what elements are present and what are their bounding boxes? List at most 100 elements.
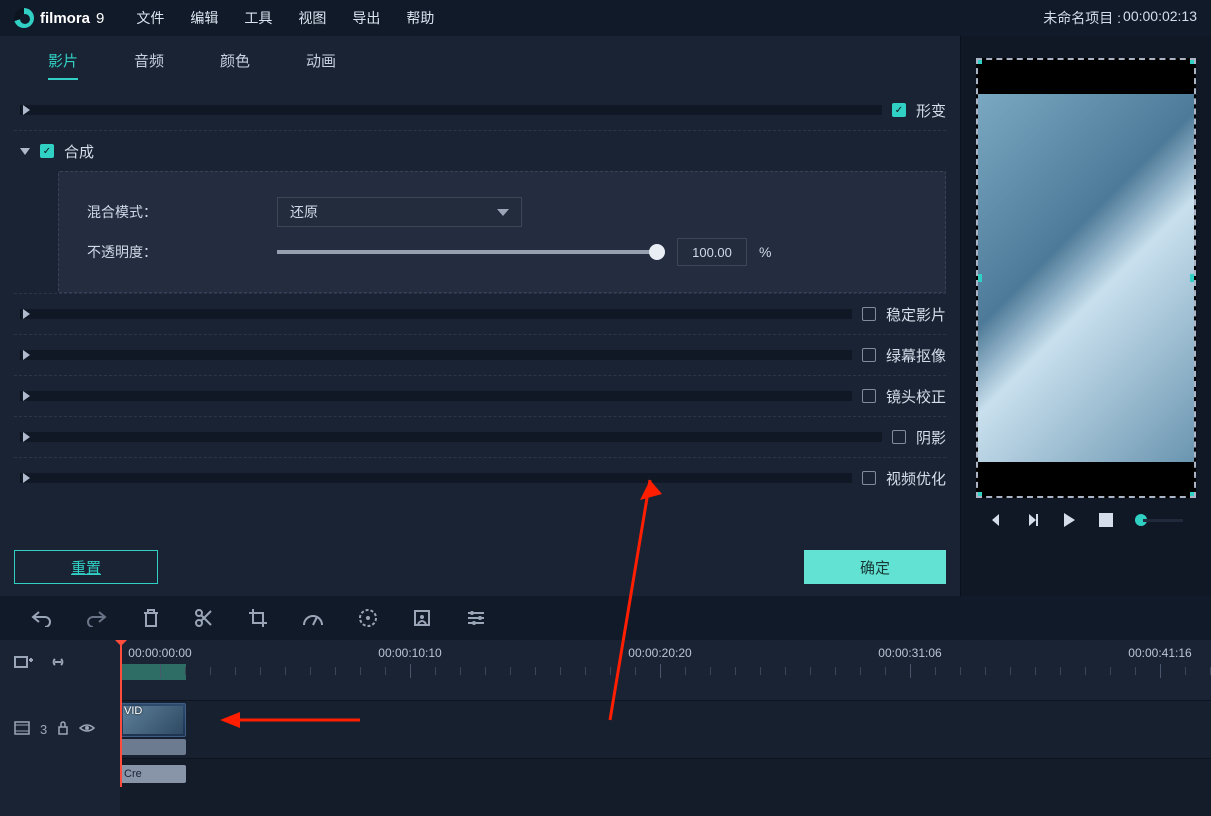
resize-handle[interactable] — [976, 58, 982, 64]
section-lens: 镜头校正 — [14, 376, 946, 417]
enhance-checkbox[interactable] — [862, 471, 876, 485]
transform-checkbox[interactable]: ✓ — [892, 103, 906, 117]
lock-icon[interactable] — [57, 721, 69, 738]
menu-bar: 文件 编辑 工具 视图 导出 帮助 — [136, 8, 434, 28]
tab-motion[interactable]: 动画 — [306, 50, 336, 80]
section-shadow-header[interactable]: 阴影 — [14, 417, 946, 457]
color-button[interactable] — [358, 608, 378, 628]
lens-title: 镜头校正 — [886, 386, 946, 407]
stabilize-checkbox[interactable] — [862, 307, 876, 321]
next-frame-button[interactable] — [1025, 513, 1039, 527]
preview-canvas[interactable] — [976, 58, 1196, 498]
video-clip[interactable]: VID — [120, 703, 186, 737]
track-row: Cre — [0, 758, 1211, 816]
section-lens-header[interactable]: 镜头校正 — [14, 376, 946, 416]
split-button[interactable] — [194, 608, 214, 628]
timeline-header: 00:00:00:00 00:00:10:10 00:00:20:20 00:0… — [0, 640, 1211, 688]
transform-title: 形变 — [916, 100, 946, 121]
opacity-value[interactable]: 100.00 — [677, 238, 747, 266]
project-label: 未命名项目 : — [1043, 8, 1121, 28]
composite-checkbox[interactable]: ✓ — [40, 144, 54, 158]
resize-handle[interactable] — [1190, 58, 1196, 64]
chevron-down-icon — [20, 146, 30, 156]
project-info: 未命名项目 : 00:00:02:13 — [1043, 8, 1197, 28]
track-lane[interactable]: Cre — [120, 758, 1211, 816]
timeline-tools — [0, 640, 120, 688]
audio-clip[interactable] — [120, 739, 186, 755]
menu-view[interactable]: 视图 — [298, 8, 326, 28]
menu-tools[interactable]: 工具 — [244, 8, 272, 28]
opacity-slider[interactable] — [277, 250, 657, 254]
preview-panel — [960, 36, 1211, 596]
shadow-title: 阴影 — [916, 427, 946, 448]
chevron-right-icon — [20, 105, 882, 115]
title-bar: filmora9 文件 编辑 工具 视图 导出 帮助 未命名项目 : 00:00… — [0, 0, 1211, 36]
settings-scroll: ✓ 形变 ✓ 合成 混合模式： 还原 — [0, 80, 960, 538]
logo-icon — [14, 8, 34, 28]
lens-checkbox[interactable] — [862, 389, 876, 403]
section-chroma-header[interactable]: 绿幕抠像 — [14, 335, 946, 375]
eye-icon[interactable] — [79, 722, 95, 737]
stabilize-title: 稳定影片 — [886, 304, 946, 325]
chevron-right-icon — [20, 473, 852, 483]
track-index: 3 — [40, 722, 47, 737]
menu-export[interactable]: 导出 — [352, 8, 380, 28]
section-composite: ✓ 合成 混合模式： 还原 不透明度： 100.00 — [14, 131, 946, 294]
quality-slider[interactable] — [1135, 514, 1183, 526]
add-track-button[interactable] — [14, 654, 34, 675]
adjust-button[interactable] — [466, 609, 486, 627]
link-button[interactable] — [48, 654, 68, 675]
stop-button[interactable] — [1099, 513, 1113, 527]
shadow-checkbox[interactable] — [892, 430, 906, 444]
section-stabilize-header[interactable]: 稳定影片 — [14, 294, 946, 334]
opacity-row: 不透明度： 100.00 % — [87, 232, 917, 272]
ruler-label: 00:00:00:00 — [128, 646, 191, 660]
prev-frame-button[interactable] — [989, 513, 1003, 527]
opacity-unit: % — [759, 244, 771, 260]
properties-panel: 影片 音频 颜色 动画 ✓ 形变 ✓ 合成 — [0, 36, 960, 596]
chroma-checkbox[interactable] — [862, 348, 876, 362]
ok-button[interactable]: 确定 — [804, 550, 946, 584]
reset-button[interactable]: 重置 — [14, 550, 158, 584]
section-transform-header[interactable]: ✓ 形变 — [14, 90, 946, 130]
speed-button[interactable] — [302, 609, 324, 627]
menu-edit[interactable]: 编辑 — [190, 8, 218, 28]
crop-button[interactable] — [248, 608, 268, 628]
slider-thumb[interactable] — [649, 244, 665, 260]
text-clip[interactable]: Cre — [120, 765, 186, 783]
track-lane[interactable]: VID — [120, 700, 1211, 758]
chevron-right-icon — [20, 391, 852, 401]
track-row: 3 VID — [0, 700, 1211, 758]
delete-button[interactable] — [142, 608, 160, 628]
blend-mode-select[interactable]: 还原 — [277, 197, 522, 227]
tab-video[interactable]: 影片 — [48, 50, 78, 80]
tab-audio[interactable]: 音频 — [134, 50, 164, 80]
resize-handle[interactable] — [976, 492, 982, 498]
undo-button[interactable] — [30, 609, 52, 627]
chevron-right-icon — [20, 309, 852, 319]
blend-mode-value: 还原 — [290, 202, 318, 222]
section-chroma: 绿幕抠像 — [14, 335, 946, 376]
resize-handle[interactable] — [976, 274, 982, 282]
time-ruler[interactable]: 00:00:00:00 00:00:10:10 00:00:20:20 00:0… — [120, 640, 1211, 688]
timeline: 00:00:00:00 00:00:10:10 00:00:20:20 00:0… — [0, 640, 1211, 787]
tab-color[interactable]: 颜色 — [220, 50, 250, 80]
section-composite-header[interactable]: ✓ 合成 — [14, 131, 946, 171]
section-shadow: 阴影 — [14, 417, 946, 458]
panel-buttons: 重置 确定 — [0, 538, 960, 596]
resize-handle[interactable] — [1190, 274, 1196, 282]
menu-file[interactable]: 文件 — [136, 8, 164, 28]
main-area: 影片 音频 颜色 动画 ✓ 形变 ✓ 合成 — [0, 36, 1211, 596]
redo-button[interactable] — [86, 609, 108, 627]
opacity-label: 不透明度： — [87, 242, 277, 262]
section-transform: ✓ 形变 — [14, 90, 946, 131]
ruler-label: 00:00:41:16 — [1128, 646, 1191, 660]
resize-handle[interactable] — [1190, 492, 1196, 498]
chevron-right-icon — [20, 432, 882, 442]
section-enhance-header[interactable]: 视频优化 — [14, 458, 946, 498]
playhead[interactable] — [120, 640, 122, 787]
play-button[interactable] — [1061, 512, 1077, 528]
menu-help[interactable]: 帮助 — [406, 8, 434, 28]
green-screen-button[interactable] — [412, 608, 432, 628]
ruler-ticks — [120, 664, 1211, 680]
